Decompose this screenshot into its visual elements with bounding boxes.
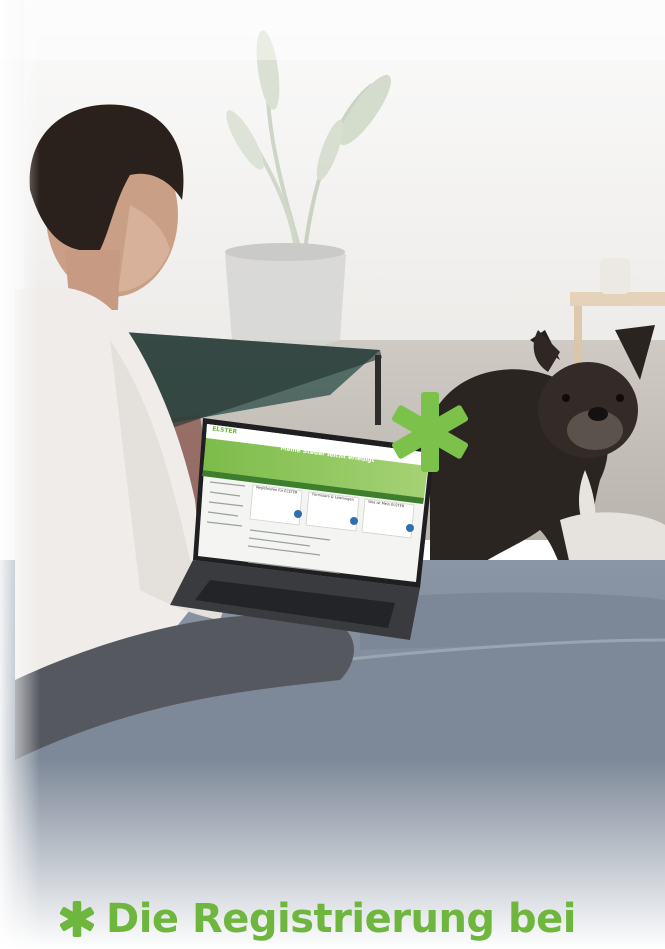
photo-scene [0,0,665,949]
headline: Die Registrierung bei [58,892,576,946]
headline-text: Die Registrierung bei [106,896,576,942]
fade-top [0,0,665,60]
asterisk-icon [59,900,95,938]
